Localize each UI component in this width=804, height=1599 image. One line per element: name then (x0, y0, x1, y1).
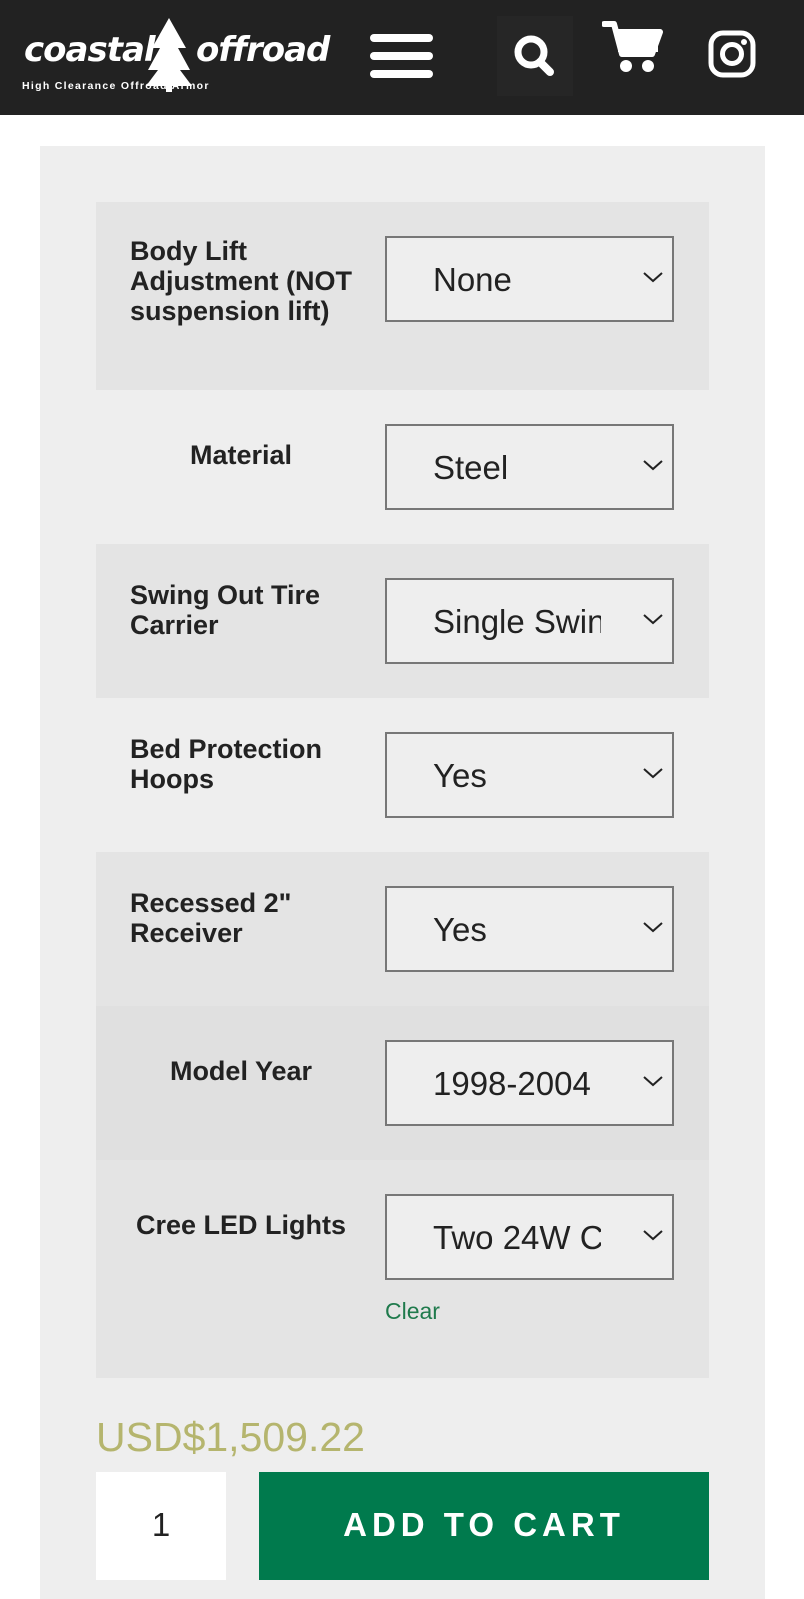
select-value: Two 24W Cree LED (433, 1219, 601, 1256)
option-row-model-year: Model Year 1998-2004 (96, 1006, 709, 1160)
add-to-cart-button[interactable]: ADD TO CART (259, 1472, 709, 1580)
option-row-bed-hoops: Bed Protection Hoops Yes (96, 698, 709, 852)
option-row-swing-out: Swing Out Tire Carrier Single Swing Out (96, 544, 709, 698)
chevron-down-icon (643, 272, 663, 283)
chevron-down-icon (643, 1076, 663, 1087)
chevron-down-icon (643, 768, 663, 779)
quantity-input[interactable]: 1 (96, 1472, 226, 1580)
select-value: Single Swing Out (433, 603, 601, 640)
led-lights-select[interactable]: Two 24W Cree LED (385, 1194, 674, 1280)
select-value: Yes (433, 911, 487, 948)
chevron-down-icon (643, 1230, 663, 1241)
body-lift-select[interactable]: None (385, 236, 674, 322)
option-label-material: Material (189, 440, 293, 470)
option-label-bed-hoops: Bed Protection Hoops (130, 734, 323, 794)
select-value: Steel (433, 449, 509, 486)
site-header: coastal offroad High Clearance Offroad A… (0, 0, 804, 115)
product-price: USD$1,509.22 (96, 1414, 365, 1460)
option-label-swing-out: Swing Out Tire Carrier (130, 580, 321, 640)
instagram-icon (708, 30, 756, 78)
add-to-cart-label: ADD TO CART (343, 1506, 625, 1543)
cart-icon (601, 21, 663, 72)
logo-word-left: coastal (24, 30, 156, 70)
instagram-link[interactable] (708, 30, 756, 78)
chevron-down-icon (643, 460, 663, 471)
chevron-down-icon (643, 614, 663, 625)
option-label-model-year: Model Year (169, 1056, 313, 1086)
cart-button[interactable] (601, 18, 666, 78)
search-button[interactable] (497, 16, 573, 96)
clear-selection-link[interactable]: Clear (385, 1298, 440, 1325)
option-label-receiver: Recessed 2" Receiver (130, 888, 292, 948)
select-value: None (433, 261, 512, 298)
select-value: 1998-2004 (433, 1065, 591, 1102)
model-year-select[interactable]: 1998-2004 (385, 1040, 674, 1126)
option-label-body-lift: Body Lift Adjustment (NOT suspension lif… (130, 236, 352, 326)
chevron-down-icon (643, 922, 663, 933)
quantity-value: 1 (151, 1506, 171, 1543)
receiver-select[interactable]: Yes (385, 886, 674, 972)
coastal-offroad-logo[interactable]: coastal offroad High Clearance Offroad A… (20, 18, 330, 94)
menu-icon[interactable] (370, 32, 434, 80)
option-row-receiver: Recessed 2" Receiver Yes (96, 852, 709, 1006)
material-select[interactable]: Steel (385, 424, 674, 510)
search-icon (514, 35, 554, 76)
logo-tagline: High Clearance Offroad Armor (22, 80, 210, 92)
select-value: Yes (433, 757, 487, 794)
swing-out-select[interactable]: Single Swing Out (385, 578, 674, 664)
bed-hoops-select[interactable]: Yes (385, 732, 674, 818)
option-label-led-lights: Cree LED Lights (135, 1210, 347, 1240)
logo-word-right: offroad (196, 30, 330, 70)
option-row-material: Material Steel (96, 390, 709, 544)
option-row-led-lights: Cree LED Lights Two 24W Cree LED Clear (96, 1160, 709, 1378)
option-row-body-lift: Body Lift Adjustment (NOT suspension lif… (96, 202, 709, 390)
